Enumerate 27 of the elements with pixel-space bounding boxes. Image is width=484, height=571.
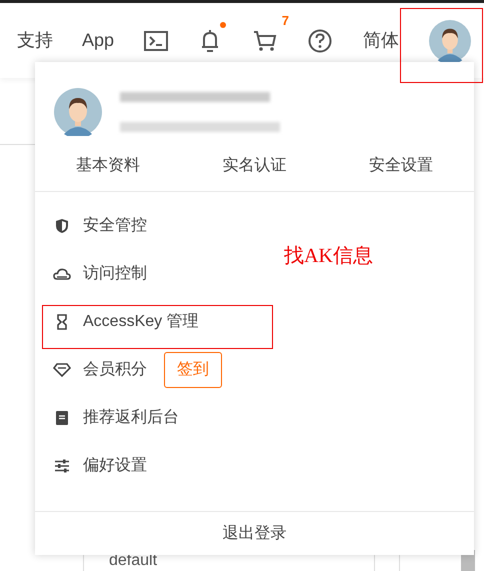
shield-icon	[55, 218, 69, 234]
logout-link[interactable]: 退出登录	[222, 522, 286, 546]
nav-link[interactable]: App	[82, 27, 114, 54]
avatar-icon[interactable]	[54, 88, 102, 136]
diamond-icon	[53, 363, 71, 377]
profile-link[interactable]: 基本资料	[76, 154, 140, 178]
avatar-icon[interactable]	[429, 20, 472, 62]
annotation-text: 找AK信息	[284, 244, 373, 269]
menu-item[interactable]: 访问控制	[83, 262, 147, 286]
menu-item[interactable]: 会员积分	[83, 358, 147, 382]
cart-count: 7	[282, 14, 290, 26]
help-icon[interactable]	[308, 28, 332, 52]
book-icon	[55, 410, 69, 426]
sliders-icon	[54, 459, 70, 473]
nav-link[interactable]: 支持	[17, 27, 53, 54]
table-cell: default	[109, 553, 158, 569]
menu-item[interactable]: AccessKey 管理	[83, 310, 199, 334]
cart-icon[interactable]	[253, 30, 278, 52]
menu-item[interactable]: 推荐返利后台	[83, 406, 179, 430]
menu-item[interactable]: 安全管控	[83, 214, 147, 238]
profile-link[interactable]: 安全设置	[368, 154, 433, 178]
nav-link[interactable]: 简体	[363, 27, 400, 54]
terminal-icon[interactable]	[144, 30, 168, 50]
menu-item[interactable]: 偏好设置	[83, 454, 147, 478]
cloud-icon	[53, 268, 71, 280]
profile-link[interactable]: 实名认证	[222, 154, 286, 178]
bell-icon[interactable]	[200, 28, 220, 54]
